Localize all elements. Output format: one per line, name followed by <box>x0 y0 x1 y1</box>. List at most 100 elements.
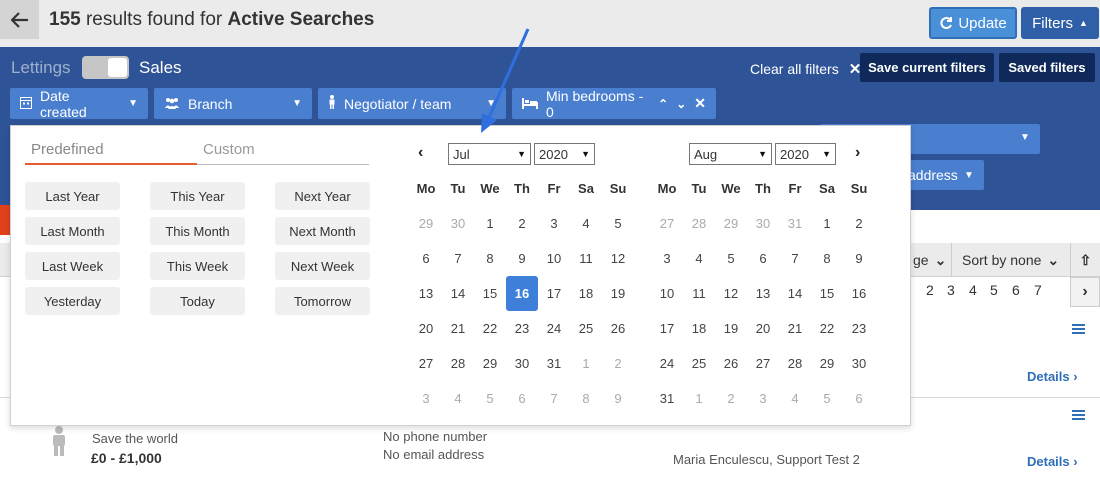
calendar-day[interactable]: 24 <box>651 346 683 381</box>
calendar-day[interactable]: 1 <box>570 346 602 381</box>
calendar-day[interactable]: 13 <box>747 276 779 311</box>
calendar-day[interactable]: 5 <box>602 206 634 241</box>
calendar-day[interactable]: 8 <box>570 381 602 416</box>
calendar-day[interactable]: 7 <box>538 381 570 416</box>
clear-all-filters-link[interactable]: Clear all filters ✕ <box>750 60 861 78</box>
save-current-filters-button[interactable]: Save current filters <box>860 53 994 82</box>
calendar-day[interactable]: 1 <box>811 206 843 241</box>
calendar-day[interactable]: 6 <box>747 241 779 276</box>
branch-chip[interactable]: Branch ▼ <box>154 88 312 119</box>
calendar-day[interactable]: 31 <box>538 346 570 381</box>
next-page-button[interactable]: › <box>1070 277 1100 307</box>
calendar-day[interactable]: 9 <box>506 241 538 276</box>
close-icon[interactable]: ✕ <box>694 95 706 112</box>
calendar-day[interactable]: 14 <box>442 276 474 311</box>
calendar-day[interactable]: 2 <box>715 381 747 416</box>
calendar-day[interactable]: 4 <box>442 381 474 416</box>
tab-custom[interactable]: Custom <box>197 137 369 165</box>
calendar-day[interactable]: 13 <box>410 276 442 311</box>
calendar-day[interactable]: 17 <box>651 311 683 346</box>
saved-filters-button[interactable]: Saved filters <box>999 53 1095 82</box>
calendar-day[interactable]: 28 <box>779 346 811 381</box>
sort-direction-button[interactable]: ⇧ <box>1070 243 1100 277</box>
calendar-day[interactable]: 5 <box>811 381 843 416</box>
preset-last-week-button[interactable]: Last Week <box>25 252 120 280</box>
calendar-day[interactable]: 16 <box>843 276 875 311</box>
details-link[interactable]: Details › <box>1027 369 1078 384</box>
left-month-select[interactable]: Jul ▼ <box>448 143 531 165</box>
calendar-day[interactable]: 29 <box>715 206 747 241</box>
calendar-day[interactable]: 5 <box>474 381 506 416</box>
preset-tomorrow-button[interactable]: Tomorrow <box>275 287 370 315</box>
calendar-day[interactable]: 3 <box>747 381 779 416</box>
calendar-day[interactable]: 12 <box>602 241 634 276</box>
calendar-day[interactable]: 28 <box>442 346 474 381</box>
calendar-day[interactable]: 20 <box>410 311 442 346</box>
negotiator-team-chip[interactable]: Negotiator / team ▼ <box>318 88 506 119</box>
calendar-day[interactable]: 9 <box>602 381 634 416</box>
calendar-day[interactable]: 4 <box>683 241 715 276</box>
chevron-down-icon[interactable]: ⌄ <box>676 97 686 111</box>
calendar-day[interactable]: 29 <box>474 346 506 381</box>
calendar-day[interactable]: 22 <box>474 311 506 346</box>
filters-button[interactable]: Filters ▲ <box>1021 7 1099 39</box>
calendar-day[interactable]: 26 <box>602 311 634 346</box>
menu-icon[interactable] <box>1072 410 1085 420</box>
calendar-day[interactable]: 8 <box>474 241 506 276</box>
calendar-day[interactable]: 8 <box>811 241 843 276</box>
calendar-day[interactable]: 12 <box>715 276 747 311</box>
chevron-up-icon[interactable]: ⌃ <box>658 97 668 111</box>
calendar-day[interactable]: 25 <box>570 311 602 346</box>
right-month-select[interactable]: Aug ▼ <box>689 143 772 165</box>
date-created-chip[interactable]: Date created ▼ <box>10 88 148 120</box>
calendar-day[interactable]: 7 <box>442 241 474 276</box>
calendar-day[interactable]: 10 <box>538 241 570 276</box>
menu-icon[interactable] <box>1072 324 1085 334</box>
calendar-day[interactable]: 15 <box>474 276 506 311</box>
preset-next-week-button[interactable]: Next Week <box>275 252 370 280</box>
calendar-day[interactable]: 23 <box>506 311 538 346</box>
page-6[interactable]: 6 <box>1012 282 1020 298</box>
preset-next-year-button[interactable]: Next Year <box>275 182 370 210</box>
calendar-day[interactable]: 26 <box>715 346 747 381</box>
preset-next-month-button[interactable]: Next Month <box>275 217 370 245</box>
calendar-day[interactable]: 18 <box>570 276 602 311</box>
calendar-day[interactable]: 3 <box>651 241 683 276</box>
calendar-day[interactable]: 4 <box>779 381 811 416</box>
calendar-day[interactable]: 20 <box>747 311 779 346</box>
calendar-day[interactable]: 11 <box>570 241 602 276</box>
calendar-day[interactable]: 27 <box>410 346 442 381</box>
calendar-day[interactable]: 22 <box>811 311 843 346</box>
page-2[interactable]: 2 <box>926 282 934 298</box>
preset-this-month-button[interactable]: This Month <box>150 217 245 245</box>
calendar-day[interactable]: 19 <box>602 276 634 311</box>
calendar-day[interactable]: 3 <box>410 381 442 416</box>
next-month-button[interactable]: › <box>855 144 860 162</box>
calendar-day[interactable]: 9 <box>843 241 875 276</box>
preset-yesterday-button[interactable]: Yesterday <box>25 287 120 315</box>
preset-today-button[interactable]: Today <box>150 287 245 315</box>
calendar-day[interactable]: 30 <box>843 346 875 381</box>
calendar-day[interactable]: 16 <box>506 276 538 311</box>
tab-predefined[interactable]: Predefined <box>25 137 197 165</box>
calendar-day[interactable]: 31 <box>779 206 811 241</box>
calendar-day[interactable]: 14 <box>779 276 811 311</box>
update-button[interactable]: Update <box>929 7 1017 39</box>
min-bedrooms-chip[interactable]: Min bedrooms - 0 ⌃ ⌄ ✕ <box>512 88 716 120</box>
right-year-select[interactable]: 2020 ▼ <box>775 143 836 165</box>
preset-last-month-button[interactable]: Last Month <box>25 217 120 245</box>
preset-this-week-button[interactable]: This Week <box>150 252 245 280</box>
preset-last-year-button[interactable]: Last Year <box>25 182 120 210</box>
calendar-day[interactable]: 30 <box>442 206 474 241</box>
calendar-day[interactable]: 31 <box>651 381 683 416</box>
calendar-day[interactable]: 30 <box>506 346 538 381</box>
calendar-day[interactable]: 3 <box>538 206 570 241</box>
left-year-select[interactable]: 2020 ▼ <box>534 143 595 165</box>
calendar-day[interactable]: 24 <box>538 311 570 346</box>
calendar-day[interactable]: 29 <box>811 346 843 381</box>
calendar-day[interactable]: 6 <box>506 381 538 416</box>
calendar-day[interactable]: 18 <box>683 311 715 346</box>
calendar-day[interactable]: 17 <box>538 276 570 311</box>
calendar-day[interactable]: 10 <box>651 276 683 311</box>
calendar-day[interactable]: 21 <box>779 311 811 346</box>
